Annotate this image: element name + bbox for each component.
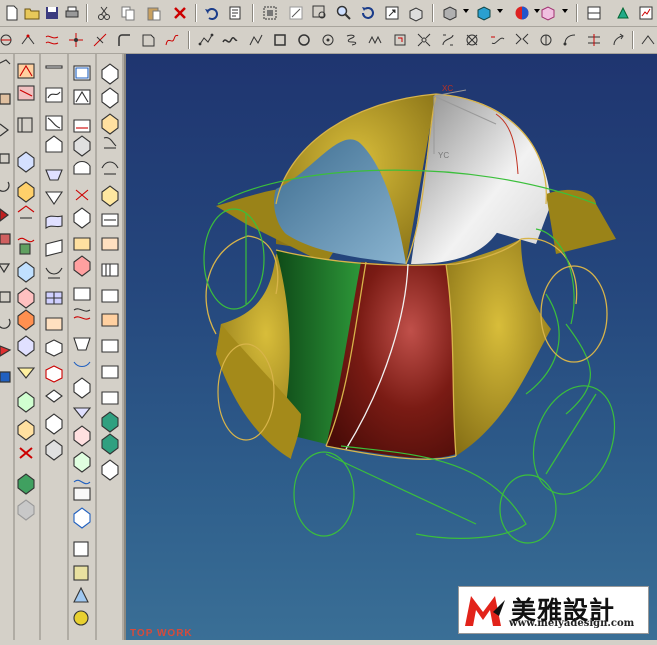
edit-object-icon[interactable] xyxy=(538,3,558,23)
ellipse-icon[interactable] xyxy=(318,30,338,50)
curve-tool-icon[interactable] xyxy=(584,30,604,50)
fit-all-icon[interactable] xyxy=(260,3,280,23)
curve-tool-icon[interactable] xyxy=(638,30,657,50)
text-curve-icon[interactable] xyxy=(366,30,386,50)
curve-tool-icon[interactable] xyxy=(536,30,556,50)
bridge-curve-icon[interactable] xyxy=(488,30,508,50)
view-name-label: TOP WORK xyxy=(130,628,193,639)
open-folder-icon[interactable] xyxy=(22,3,42,23)
extract-curve-icon[interactable] xyxy=(414,30,434,50)
curve-tool-icon[interactable] xyxy=(608,30,628,50)
spline-icon[interactable] xyxy=(162,30,182,50)
logo-mark-icon xyxy=(465,596,505,626)
pan-icon[interactable] xyxy=(382,3,402,23)
point-set-icon[interactable] xyxy=(196,30,216,50)
helix-icon[interactable] xyxy=(342,30,362,50)
workbench-icon[interactable] xyxy=(614,3,634,23)
curve-toolbar xyxy=(0,27,657,54)
view-orientation-icon[interactable] xyxy=(406,3,426,23)
wcs-x-label: XC xyxy=(442,84,453,93)
color-sphere-icon[interactable] xyxy=(512,3,532,23)
analysis-icon[interactable] xyxy=(636,3,656,23)
polyline-icon[interactable] xyxy=(246,30,266,50)
join-curve-icon[interactable] xyxy=(512,30,532,50)
model-render: XC YC xyxy=(203,84,616,544)
render-mode-icon[interactable] xyxy=(440,3,460,23)
watermark-logo: 美雅設計 www.meiyadesign.com xyxy=(458,586,649,634)
spiral-icon[interactable] xyxy=(390,30,410,50)
zoom-window-icon[interactable] xyxy=(286,3,306,23)
logo-url-text: www.meiyadesign.com xyxy=(509,618,635,629)
delete-icon[interactable] xyxy=(170,3,190,23)
curve-icon[interactable] xyxy=(220,30,240,50)
graphics-viewport[interactable]: XC YC TOP WORK xyxy=(126,54,657,640)
layer-icon[interactable] xyxy=(584,3,604,23)
fillet-curve-icon[interactable] xyxy=(138,30,158,50)
side-toolbar-icons xyxy=(0,54,124,640)
corner-icon[interactable] xyxy=(114,30,134,50)
save-icon[interactable] xyxy=(42,3,62,23)
zoom-icon[interactable] xyxy=(310,3,330,23)
print-icon[interactable] xyxy=(62,3,82,23)
trim-curve-icon[interactable] xyxy=(90,30,110,50)
point-icon[interactable] xyxy=(0,30,16,50)
paste-icon[interactable] xyxy=(144,3,164,23)
side-toolbars xyxy=(0,54,125,640)
copy-icon[interactable] xyxy=(118,3,138,23)
section-curve-icon[interactable] xyxy=(462,30,482,50)
curve-tool-icon[interactable] xyxy=(560,30,580,50)
intersection-curve-icon[interactable] xyxy=(66,30,86,50)
cut-icon[interactable] xyxy=(94,3,114,23)
properties-icon[interactable] xyxy=(226,3,246,23)
display-cube-icon[interactable] xyxy=(474,3,494,23)
project-curve-icon[interactable] xyxy=(18,30,38,50)
offset-curve-icon[interactable] xyxy=(42,30,62,50)
wing-right xyxy=(546,189,616,254)
rectangle-icon[interactable] xyxy=(270,30,290,50)
right-yellow-panel xyxy=(446,239,551,456)
standard-toolbar xyxy=(0,0,657,27)
new-file-icon[interactable] xyxy=(2,3,22,23)
wcs-y-label: YC xyxy=(438,151,449,160)
rotate-icon[interactable] xyxy=(358,3,378,23)
zoom-magnify-icon[interactable] xyxy=(334,3,354,23)
undo-icon[interactable] xyxy=(202,3,222,23)
circle-icon[interactable] xyxy=(294,30,314,50)
iso-curve-icon[interactable] xyxy=(438,30,458,50)
